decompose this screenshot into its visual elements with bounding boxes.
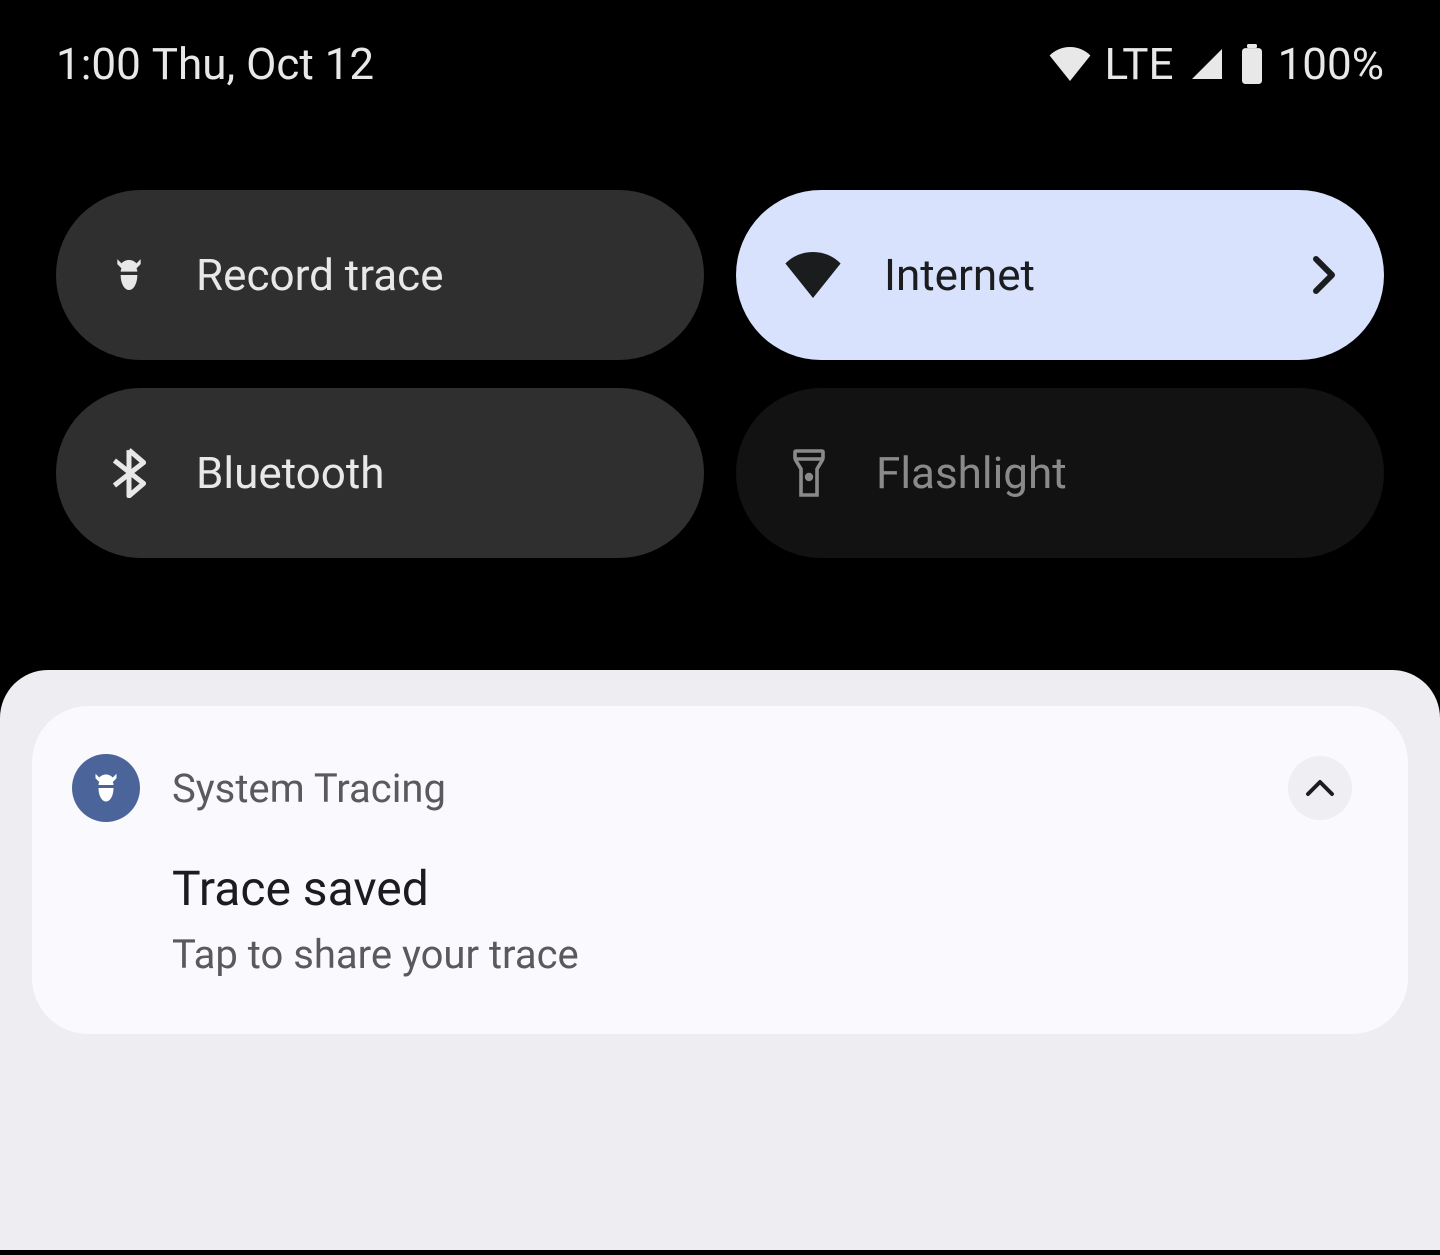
network-label: LTE <box>1105 38 1174 90</box>
wifi-icon <box>784 250 842 300</box>
notification-app-name: System Tracing <box>172 765 1256 812</box>
tile-flashlight[interactable]: Flashlight <box>736 388 1384 558</box>
tile-label: Flashlight <box>876 447 1336 499</box>
battery-icon <box>1240 44 1264 84</box>
tile-record-trace[interactable]: Record trace <box>56 190 704 360</box>
flashlight-icon <box>784 448 834 498</box>
status-right: LTE 100% <box>1049 38 1384 90</box>
bug-icon <box>104 250 154 300</box>
notification-header: System Tracing <box>72 754 1352 822</box>
notification-body: Trace saved Tap to share your trace <box>172 860 1352 978</box>
status-time: 1:00 <box>56 38 141 90</box>
battery-percent: 100% <box>1278 38 1384 90</box>
quick-settings-tiles: Record trace Internet Bluetooth <box>0 90 1440 558</box>
chevron-right-icon <box>1312 255 1336 295</box>
notification-shade: System Tracing Trace saved Tap to share … <box>0 670 1440 1250</box>
tile-label: Record trace <box>196 249 656 301</box>
app-icon <box>72 754 140 822</box>
wifi-icon <box>1049 47 1091 81</box>
status-date: Thu, Oct 12 <box>152 38 374 90</box>
status-bar: 1:00 Thu, Oct 12 LTE 100% <box>0 0 1440 90</box>
tile-label: Bluetooth <box>196 447 656 499</box>
notification-text: Tap to share your trace <box>172 931 1352 978</box>
tile-bluetooth[interactable]: Bluetooth <box>56 388 704 558</box>
tile-internet[interactable]: Internet <box>736 190 1384 360</box>
collapse-button[interactable] <box>1288 756 1352 820</box>
signal-icon <box>1188 46 1226 82</box>
bluetooth-icon <box>104 448 154 498</box>
notification-card[interactable]: System Tracing Trace saved Tap to share … <box>32 706 1408 1034</box>
status-left: 1:00 Thu, Oct 12 <box>56 38 374 90</box>
notification-title: Trace saved <box>172 860 1352 917</box>
tile-label: Internet <box>884 249 1312 301</box>
